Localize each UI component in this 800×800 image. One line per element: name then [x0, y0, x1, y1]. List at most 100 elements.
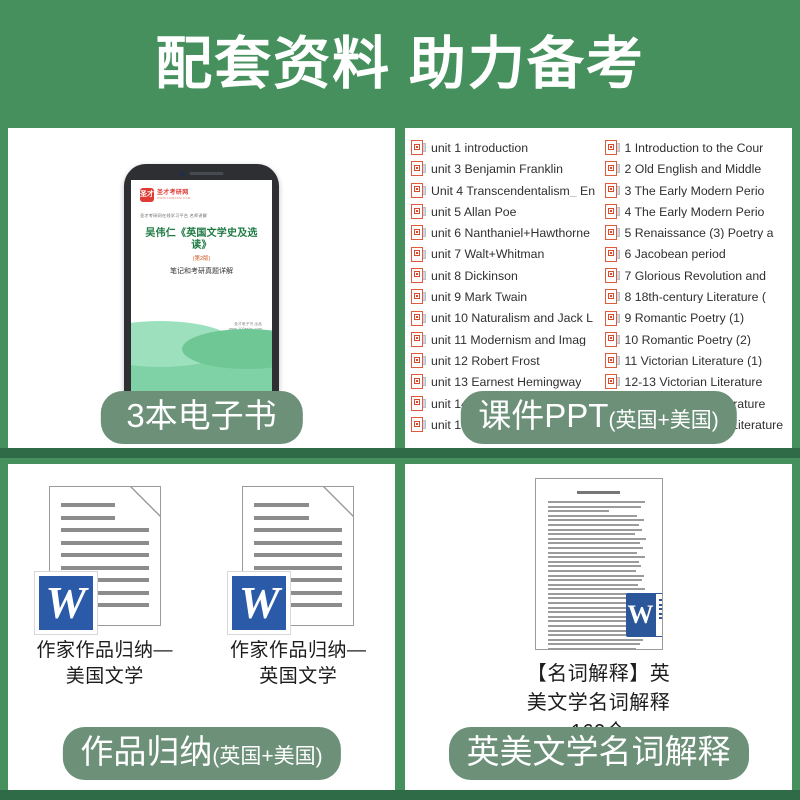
word-letter-badge-icon: W [34, 572, 97, 634]
ppt-list-item[interactable]: unit 7 Walt+Whitman [411, 244, 599, 264]
powerpoint-file-icon [604, 204, 620, 220]
powerpoint-file-icon [411, 246, 426, 263]
ppt-file-name: 3 The Early Modern Perio [624, 184, 765, 197]
brand-logo: 圣才 圣才考研网 WWW.100EXAM.COM [140, 187, 263, 202]
label-ppt-sub: (英国+美国) [608, 409, 719, 433]
promo-poster: 配套资料 助力备考 圣才 圣才考研网 WWW.100EXAM.COM 圣才考研网… [0, 0, 800, 800]
ppt-list-item[interactable]: unit 3 Benjamin Franklin [411, 159, 599, 179]
label-works-sub: (英国+美国) [212, 745, 323, 769]
powerpoint-file-icon [604, 331, 620, 348]
powerpoint-file-icon [411, 204, 426, 220]
brand-name: 圣才考研网 [157, 189, 189, 196]
ppt-list-item[interactable]: 5 Renaissance (3) Poetry a [604, 223, 793, 243]
powerpoint-file-icon [411, 182, 426, 199]
doc-caption-american: 作家作品归纳— 美国文学 [36, 640, 173, 687]
ppt-file-name: 5 Renaissance (3) Poetry a [624, 227, 774, 240]
powerpoint-file-icon [604, 161, 620, 177]
ppt-file-name: unit 8 Dickinson [431, 269, 518, 283]
powerpoint-file-icon [411, 267, 426, 284]
card-works-summary[interactable]: W 作家作品归纳— 美国文学 W 作家作品归纳— 英国文学 作品归纳 (英国+美… [8, 464, 395, 790]
ppt-file-name: 6 Jacobean period [624, 248, 726, 261]
phone-notch [180, 171, 223, 176]
powerpoint-file-icon [411, 374, 426, 390]
bottom-band [0, 790, 800, 800]
ppt-file-name: 8 18th-century Literature ( [624, 291, 767, 304]
cover-title: 吴伟仁《英国文学史及选读》 [145, 227, 258, 252]
camera-dot-icon [180, 171, 184, 176]
powerpoint-file-icon [604, 225, 620, 241]
ppt-list-item[interactable]: 12-13 Victorian Literature [604, 372, 793, 392]
ppt-list-item[interactable]: unit 10 Naturalism and Jack L [411, 308, 599, 328]
ppt-list-item[interactable]: 3 The Early Modern Perio [604, 181, 793, 201]
ppt-list-item[interactable]: 1 Introduction to the Cour [604, 138, 793, 158]
ppt-list-item[interactable]: 11 Victorian Literature (1) [604, 351, 793, 371]
ppt-file-name: unit 9 Mark Twain [431, 291, 528, 304]
powerpoint-file-icon [604, 289, 620, 305]
powerpoint-file-icon [411, 289, 426, 305]
label-ppt-main: 课件PPT [478, 397, 609, 435]
ppt-file-name: Unit 4 Transcendentalism_ En [431, 184, 596, 197]
powerpoint-file-icon [604, 374, 620, 390]
powerpoint-file-icon [604, 140, 620, 156]
ppt-file-name: 10 Romantic Poetry (2) [624, 333, 751, 346]
phone-frame: 圣才 圣才考研网 WWW.100EXAM.COM 圣才考研网在线学习平台 名师讲… [124, 163, 279, 419]
ppt-file-name: unit 6 Nanthaniel+Hawthorne [431, 227, 590, 240]
ppt-list-item[interactable]: Unit 4 Transcendentalism_ En [411, 181, 599, 201]
book-cover: 圣才 圣才考研网 WWW.100EXAM.COM 圣才考研网在线学习平台 名师讲… [131, 179, 272, 397]
word-letter: W [627, 600, 654, 629]
word-doc-american: W 作家作品归纳— 美国文学 [12, 486, 198, 689]
ppt-list-item[interactable]: 6 Jacobean period [604, 244, 793, 264]
ppt-list-item[interactable]: unit 11 Modernism and Imag [411, 330, 599, 350]
ppt-file-name: unit 7 Walt+Whitman [431, 248, 545, 261]
ppt-list-item[interactable]: unit 8 Dickinson [411, 266, 599, 286]
cover-edition: (第2版) [192, 255, 211, 262]
label-terminology: 英美文学名词解释 [448, 727, 749, 780]
thumb-heading-bar [577, 491, 620, 494]
ppt-list-item[interactable]: unit 12 Robert Frost [411, 351, 599, 371]
ppt-list-item[interactable]: 8 18th-century Literature ( [604, 287, 793, 307]
powerpoint-file-icon [411, 353, 426, 369]
label-works-main: 作品归纳 [80, 733, 213, 771]
ppt-list-item[interactable]: 10 Romantic Poetry (2) [604, 330, 793, 350]
ppt-list-item[interactable]: unit 13 Earnest Hemingway [411, 372, 599, 392]
powerpoint-file-icon [604, 267, 620, 284]
page-title: 配套资料 助力备考 [155, 31, 645, 96]
cover-wave-decoration [131, 320, 272, 397]
ppt-list-item[interactable]: 9 Romantic Poetry (1) [604, 308, 793, 328]
word-letter-badge-icon: W [228, 572, 291, 634]
ppt-list-item[interactable]: 7 Glorious Revolution and [604, 266, 793, 286]
brand-url: WWW.100EXAM.COM [157, 195, 191, 200]
ppt-list-item[interactable]: 4 The Early Modern Perio [604, 202, 793, 222]
ppt-list-item[interactable]: unit 6 Nanthaniel+Hawthorne [411, 223, 599, 243]
phone-screen: 圣才 圣才考研网 WWW.100EXAM.COM 圣才考研网在线学习平台 名师讲… [131, 179, 272, 397]
ppt-file-name: 4 The Early Modern Perio [624, 205, 765, 219]
speaker-slot-icon [189, 172, 223, 175]
ppt-list-item[interactable]: unit 5 Allan Poe [411, 202, 599, 222]
card-ppt[interactable]: unit 1 introduction unit 3 Benjamin Frank… [405, 128, 792, 454]
powerpoint-file-icon [411, 225, 426, 241]
word-letter: W [238, 577, 280, 628]
powerpoint-file-icon [604, 246, 620, 263]
brand-text: 圣才考研网 WWW.100EXAM.COM [157, 190, 191, 200]
ppt-file-name: 7 Glorious Revolution and [624, 269, 767, 283]
powerpoint-file-icon [604, 353, 620, 369]
ppt-list-item[interactable]: unit 9 Mark Twain [411, 287, 599, 307]
card-terminology[interactable]: W 【名词解释】英 美文学名词解释 160个 英美文学名词解释 [405, 464, 792, 790]
ppt-list-item[interactable]: unit 1 introduction [411, 138, 599, 158]
label-works: 作品归纳 (英国+美国) [62, 727, 341, 780]
word-icon-lines-panel [655, 593, 662, 637]
powerpoint-file-icon [411, 331, 426, 348]
ppt-list-item[interactable]: 2 Old English and Middle [604, 159, 793, 179]
word-document-icon: W [228, 486, 355, 634]
powerpoint-file-icon [411, 140, 426, 156]
label-ebooks: 3本电子书 [100, 391, 303, 444]
powerpoint-file-icon [411, 161, 426, 177]
cover-subtitle: 笔记和考研真题详解 [170, 268, 233, 276]
cover-series-line: 圣才考研网在线学习平台 名师讲解 [140, 212, 208, 218]
powerpoint-file-icon [604, 182, 620, 199]
card-ebooks[interactable]: 圣才 圣才考研网 WWW.100EXAM.COM 圣才考研网在线学习平台 名师讲… [8, 128, 395, 454]
label-terminology-main: 英美文学名词解释 [466, 733, 731, 771]
brand-badge-icon: 圣才 [140, 187, 154, 202]
ppt-file-name: unit 11 Modernism and Imag [431, 333, 586, 346]
ppt-file-name: unit 5 Allan Poe [431, 205, 517, 219]
